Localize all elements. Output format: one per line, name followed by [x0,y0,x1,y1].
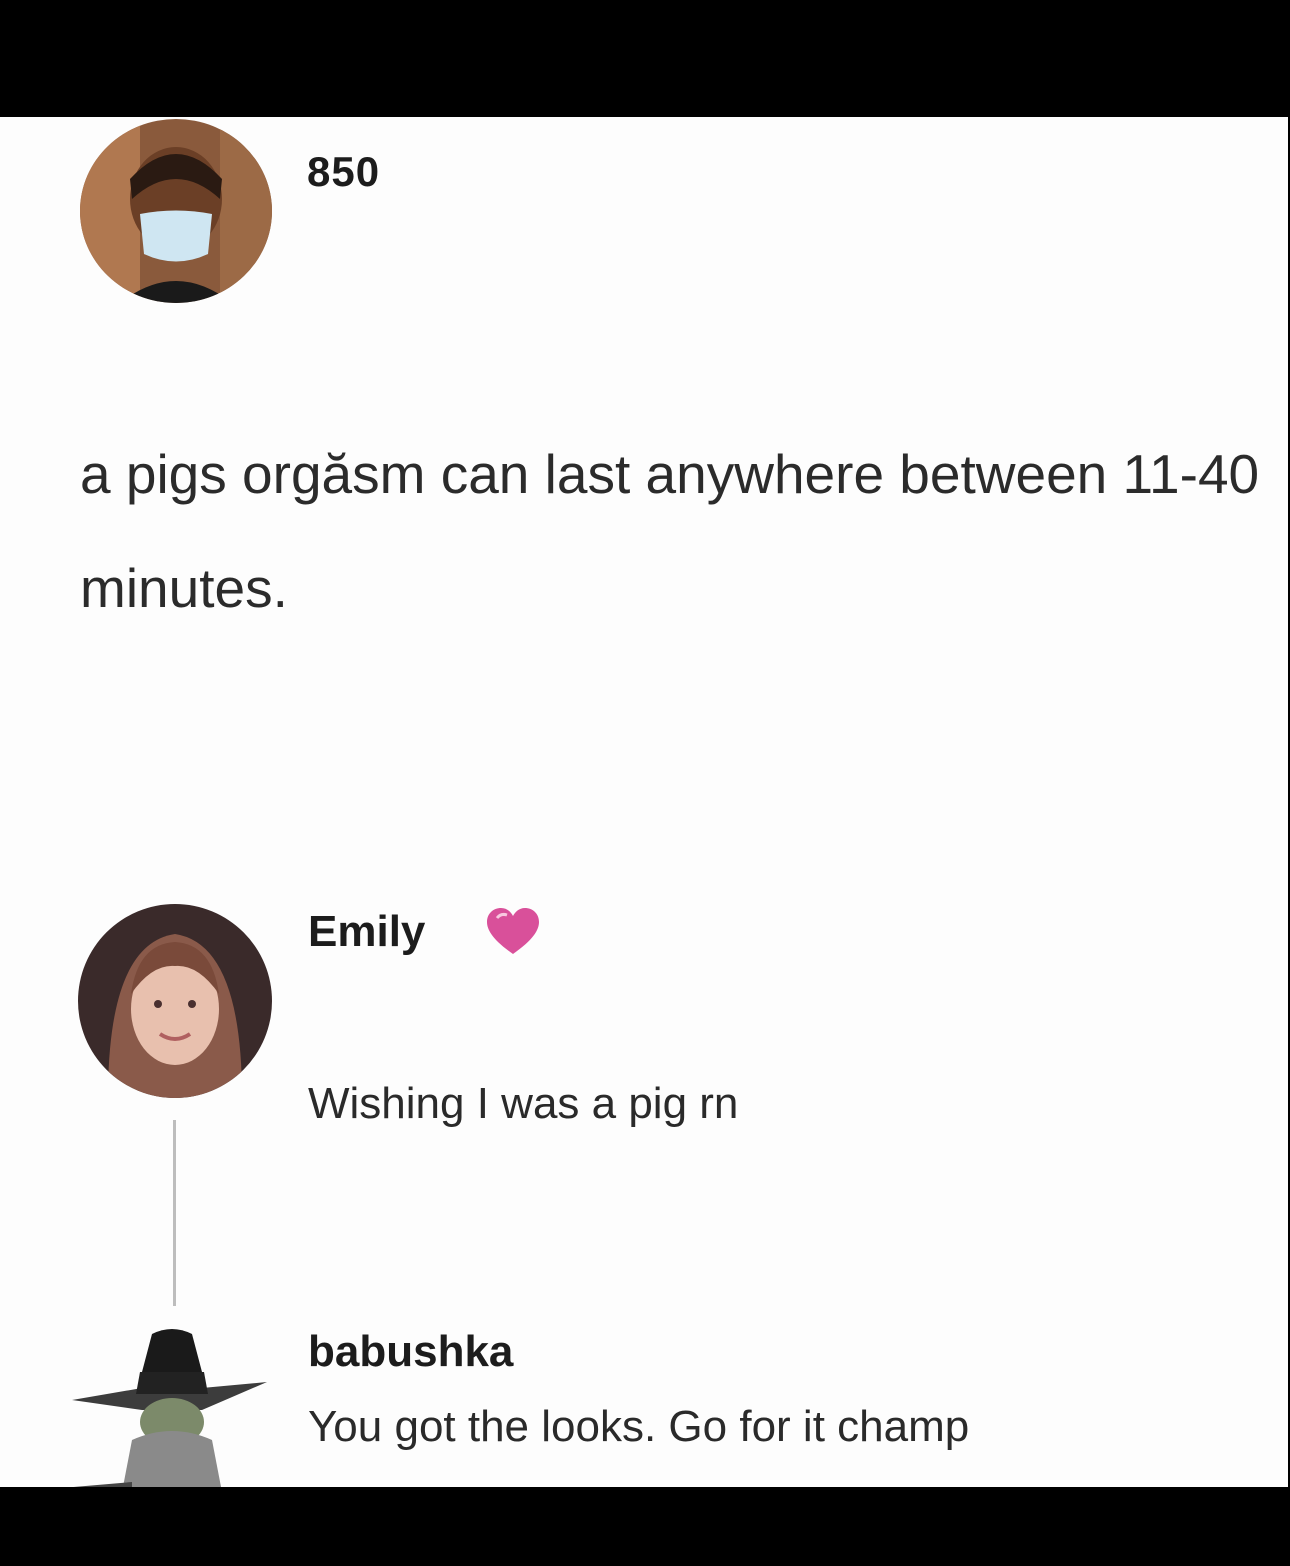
post-body: a pigs orgăsm can last anywhere between … [80,443,1260,619]
reply-author-name[interactable]: babushka [308,1327,513,1377]
reply-author-avatar[interactable] [62,1322,272,1487]
baby-yoda-avatar-icon [72,1329,267,1487]
post-card: 850 a pigs orgăsm can last anywhere betw… [0,117,1288,1487]
reply-text: You got the looks. Go for it champ [308,1402,970,1451]
comment-author-avatar[interactable] [78,904,272,1098]
masked-person-avatar-icon [80,119,272,303]
post-author-avatar[interactable] [80,119,272,303]
pink-heart-icon [483,902,543,962]
thread-connector-line [173,1120,176,1306]
comment-author-name[interactable]: Emily [308,907,425,957]
woman-avatar-icon [78,904,272,1098]
comment-text: Wishing I was a pig rn [308,1079,739,1128]
post-author-name[interactable]: 850 [307,148,380,196]
